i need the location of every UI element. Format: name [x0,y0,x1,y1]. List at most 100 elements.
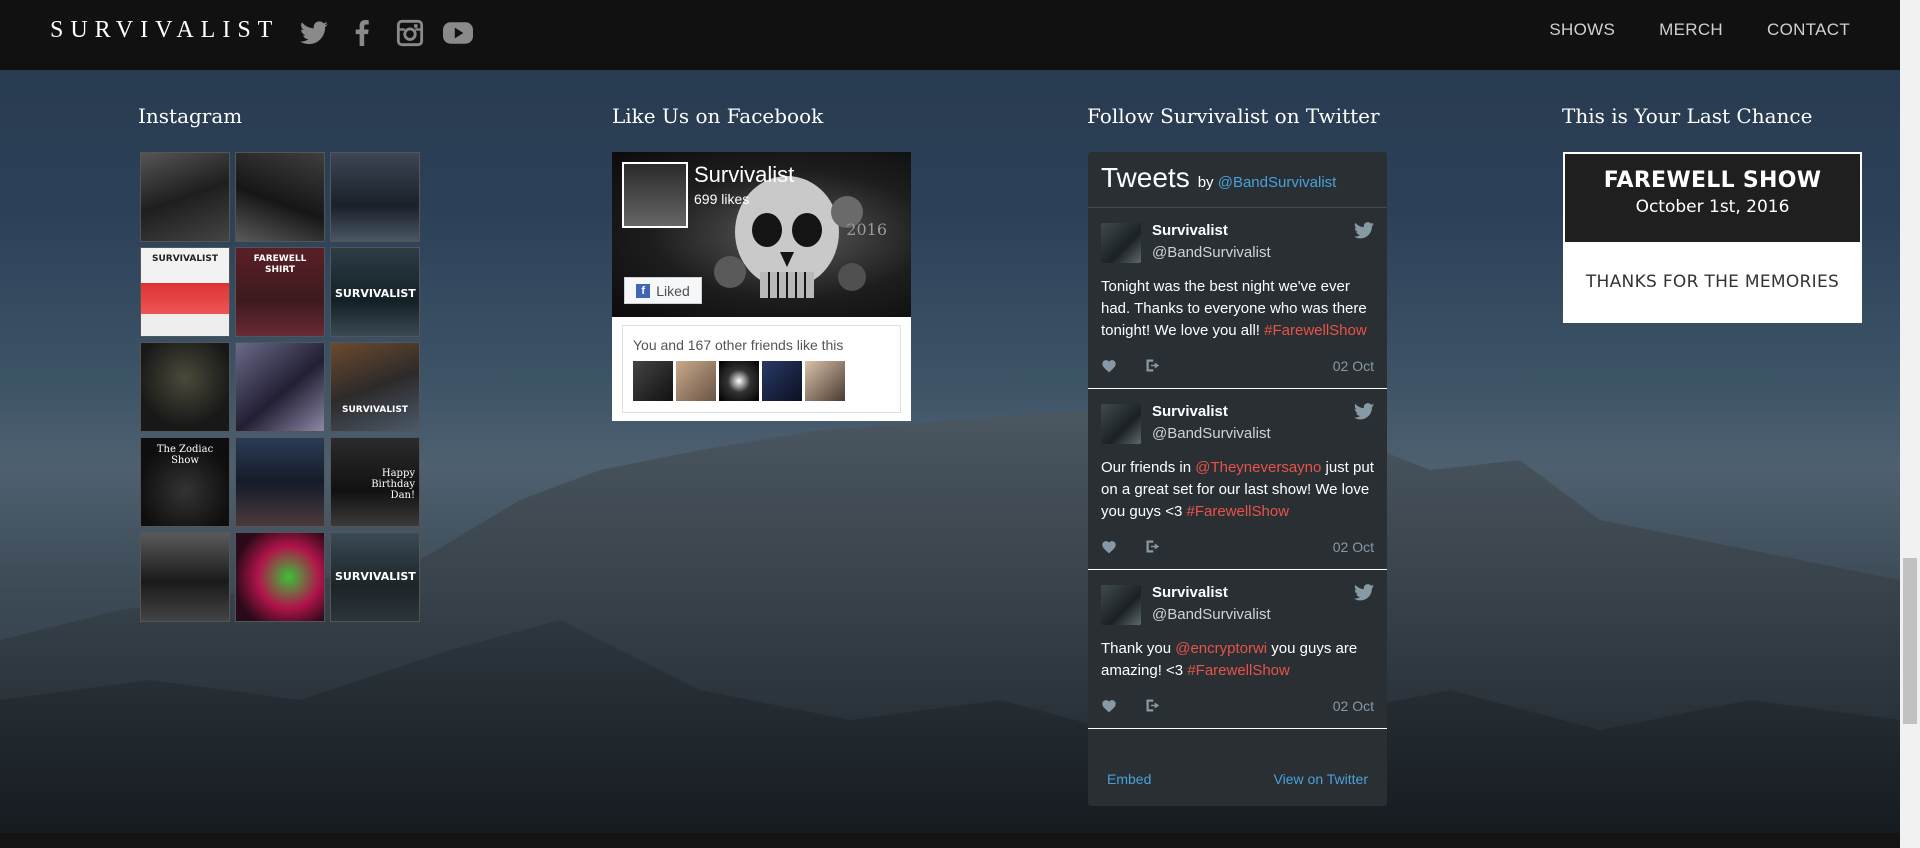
main-nav: SHOWS MERCH CONTACT [1549,20,1850,40]
tweet-link[interactable]: #FarewellShow [1186,503,1289,520]
tweet[interactable]: Survivalist @BandSurvivalist Tonight was t… [1088,208,1387,389]
instagram-photo[interactable]: Happy Birthday Dan! [330,437,420,527]
facebook-page-avatar[interactable] [622,162,688,228]
facebook-heading: Like Us on Facebook [612,104,824,128]
instagram-photo[interactable] [140,152,230,242]
friend-avatar[interactable] [676,361,716,401]
tweet-list: Survivalist @BandSurvivalist Tonight was t… [1088,208,1387,729]
tweet-actions: 02 Oct [1101,537,1374,559]
twitter-bird-icon[interactable] [1354,584,1374,606]
liked-label: Liked [656,282,690,299]
facebook-page-name[interactable]: Survivalist [694,162,794,188]
twitter-bird-icon[interactable] [1354,222,1374,244]
tweet-author-handle[interactable]: @BandSurvivalist [1152,425,1271,442]
embed-link[interactable]: Embed [1107,771,1151,787]
instagram-icon[interactable] [393,18,427,48]
tweet-actions: 02 Oct [1101,696,1374,718]
facebook-like-count: 699 likes [694,191,750,207]
tweet-date[interactable]: 02 Oct [1333,539,1374,555]
tweet-text: Our friends in @Theyneversayno just put … [1101,457,1374,523]
farewell-show-title: FAREWELL SHOW [1603,168,1822,193]
tweet-actions: 02 Oct [1101,356,1374,378]
friend-avatar[interactable] [719,361,759,401]
instagram-photo[interactable] [235,437,325,527]
tweet-date[interactable]: 02 Oct [1333,358,1374,374]
instagram-photo[interactable]: SURVIVALIST [140,247,230,337]
twitter-heading: Follow Survivalist on Twitter [1087,104,1380,128]
facebook-friends-box: You and 167 other friends like this [622,325,901,413]
footer-strip [0,833,1900,848]
facebook-cover-photo[interactable]: 2016 Survivalist 699 likes f Liked [612,152,911,317]
friends-like-text: You and 167 other friends like this [633,337,844,353]
tweet-text-segment: Our friends in [1101,459,1196,476]
site-logo[interactable]: SURVIVALIST [50,17,279,44]
instagram-photo[interactable] [140,342,230,432]
farewell-show-banner[interactable]: FAREWELL SHOW October 1st, 2016 THANKS F… [1563,152,1862,323]
timeline-account-link[interactable]: @BandSurvivalist [1218,174,1337,191]
friend-avatar[interactable] [762,361,802,401]
page-scrollbar[interactable] [1900,0,1920,848]
twitter-bird-icon[interactable] [1354,403,1374,425]
tweet-author-handle[interactable]: @BandSurvivalist [1152,244,1271,261]
facebook-icon: f [636,283,651,298]
facebook-liked-button[interactable]: f Liked [624,277,702,304]
instagram-photo[interactable]: FAREWELL SHIRT [235,247,325,337]
tweet[interactable]: Survivalist @BandSurvivalist Our friends i… [1088,389,1387,570]
tweet-text-segment: Thank you [1101,640,1176,657]
instagram-photo[interactable] [140,532,230,622]
twitter-icon[interactable] [297,18,331,48]
tweet-text: Tonight was the best night we've ever ha… [1101,276,1374,342]
like-heart-icon[interactable] [1101,539,1119,557]
by-label: by [1197,174,1214,191]
instagram-photo[interactable] [235,342,325,432]
nav-shows[interactable]: SHOWS [1549,20,1615,40]
share-icon[interactable] [1145,358,1163,376]
instagram-heading: Instagram [138,104,243,128]
tweet[interactable]: Survivalist @BandSurvivalist Thank you @en… [1088,570,1387,729]
timeline-footer: Embed View on Twitter [1088,751,1387,806]
tweet-link[interactable]: @Theyneversayno [1195,459,1321,476]
tweet-link[interactable]: @encryptorwi [1175,640,1267,657]
instagram-photo[interactable]: SURVIVALIST [330,342,420,432]
tweet-text: Thank you @encryptorwi you guys are amaz… [1101,638,1374,682]
tweet-link[interactable]: #FarewellShow [1187,662,1290,679]
share-icon[interactable] [1145,698,1163,716]
tweet-link[interactable]: #FarewellShow [1264,322,1367,339]
last-chance-heading: This is Your Last Chance [1562,104,1813,128]
friend-avatar[interactable] [805,361,845,401]
top-navigation-bar: SURVIVALIST SHOWS MERCH CONTACT [0,0,1900,70]
timeline-title: Tweets [1101,162,1190,193]
instagram-photo[interactable]: SURVIVALIST [330,247,420,337]
tweet-author-handle[interactable]: @BandSurvivalist [1152,606,1271,623]
tweet-author-name[interactable]: Survivalist [1152,584,1228,601]
thanks-message: THANKS FOR THE MEMORIES [1585,271,1840,292]
farewell-show-date: October 1st, 2016 [1635,197,1790,217]
youtube-icon[interactable] [441,18,475,48]
nav-merch[interactable]: MERCH [1659,20,1723,40]
tweet-date[interactable]: 02 Oct [1333,698,1374,714]
instagram-photo[interactable] [235,152,325,242]
twitter-timeline-widget: Tweets by @BandSurvivalist Survivalist @B… [1088,152,1387,806]
tweet-author-name[interactable]: Survivalist [1152,222,1228,239]
facebook-page-widget: 2016 Survivalist 699 likes f Liked You a… [612,152,911,421]
instagram-photo[interactable]: The Zodiac Show [140,437,230,527]
instagram-grid: SURVIVALIST FAREWELL SHIRT SURVIVALIST S… [140,152,420,622]
instagram-photo[interactable] [235,532,325,622]
nav-contact[interactable]: CONTACT [1767,20,1850,40]
tweet-avatar[interactable] [1101,223,1141,263]
tweet-avatar[interactable] [1101,585,1141,625]
tweet-author-name[interactable]: Survivalist [1152,403,1228,420]
share-icon[interactable] [1145,539,1163,557]
tweet-avatar[interactable] [1101,404,1141,444]
instagram-photo[interactable] [330,152,420,242]
friend-avatar[interactable] [633,361,673,401]
facebook-icon[interactable] [345,18,379,48]
friend-avatars [633,361,845,401]
like-heart-icon[interactable] [1101,358,1119,376]
instagram-photo[interactable]: SURVIVALIST [330,532,420,622]
like-heart-icon[interactable] [1101,698,1119,716]
timeline-header: Tweets by @BandSurvivalist [1088,152,1387,208]
view-on-twitter-link[interactable]: View on Twitter [1274,771,1368,787]
scrollbar-thumb[interactable] [1903,558,1917,724]
cover-year: 2016 [846,220,887,239]
